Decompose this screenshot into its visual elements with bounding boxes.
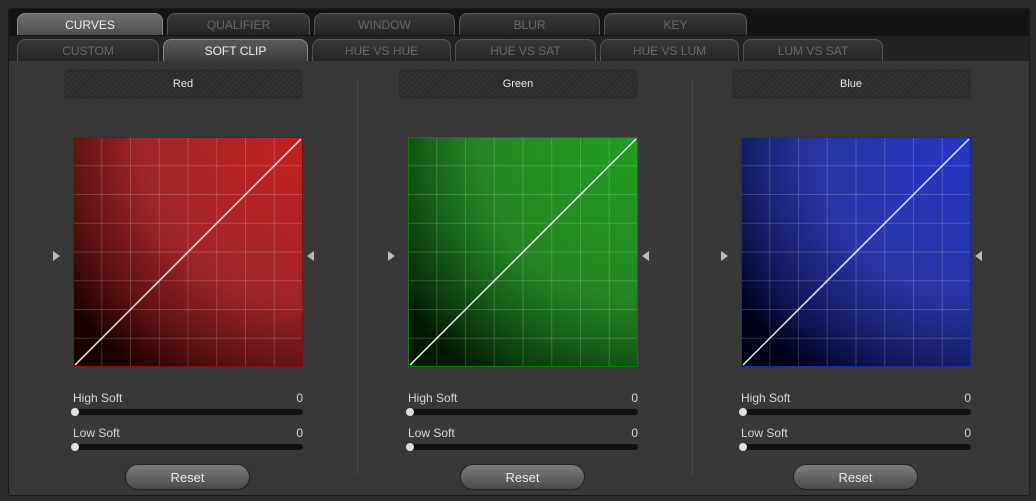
red-right-handle-icon[interactable]: [307, 251, 314, 261]
blue-low-soft-slider[interactable]: [739, 443, 971, 451]
red-low-soft-slider[interactable]: [71, 443, 303, 451]
red-curve-svg[interactable]: [73, 137, 303, 367]
green-high-soft-slider[interactable]: [406, 408, 638, 416]
green-title: Green: [398, 69, 638, 99]
red-high-soft-value: 0: [296, 391, 303, 405]
red-low-soft-value: 0: [296, 426, 303, 440]
red-high-soft-label: High Soft: [73, 391, 123, 405]
green-left-handle-icon[interactable]: [388, 251, 395, 261]
tab-curves[interactable]: CURVES: [17, 13, 163, 35]
tab-lum-vs-sat[interactable]: LUM VS SAT: [743, 39, 883, 61]
tab-blur[interactable]: BLUR: [459, 13, 600, 35]
red-reset-button[interactable]: Reset: [125, 464, 250, 490]
tab-key[interactable]: KEY: [604, 13, 747, 35]
tab-qualifier[interactable]: QUALIFIER: [167, 13, 310, 35]
red-high-soft-slider[interactable]: [71, 408, 303, 416]
red-header: Red: [9, 69, 363, 99]
blue-curve-graph[interactable]: [741, 137, 971, 367]
red-left-handle-icon[interactable]: [53, 251, 60, 261]
blue-high-soft-value: 0: [964, 391, 971, 405]
tab-window[interactable]: WINDOW: [314, 13, 455, 35]
soft-clip-content: Red High Soft 0 Low Soft 0 Reset Green H…: [9, 61, 1029, 495]
red-channel-panel: Red High Soft 0 Low Soft 0 Reset: [53, 61, 373, 495]
red-low-soft-label: Low Soft: [73, 426, 120, 440]
blue-reset-button[interactable]: Reset: [793, 464, 918, 490]
blue-low-soft-knob[interactable]: [739, 443, 747, 451]
red-curve-graph[interactable]: [73, 137, 303, 367]
blue-low-soft-value: 0: [964, 426, 971, 440]
tab-soft-clip[interactable]: SOFT CLIP: [163, 39, 308, 61]
blue-high-soft-knob[interactable]: [739, 408, 747, 416]
blue-title: Blue: [731, 69, 971, 99]
blue-header: Blue: [671, 69, 1029, 99]
tab-custom[interactable]: CUSTOM: [17, 39, 159, 61]
blue-right-handle-icon[interactable]: [975, 251, 982, 261]
blue-high-soft-slider[interactable]: [739, 408, 971, 416]
green-low-soft-slider[interactable]: [406, 443, 638, 451]
red-low-soft-knob[interactable]: [71, 443, 79, 451]
green-curve-graph[interactable]: [408, 137, 638, 367]
green-curve-svg[interactable]: [408, 137, 638, 367]
tab-hue-vs-lum[interactable]: HUE VS LUM: [600, 39, 739, 61]
green-low-soft-value: 0: [631, 426, 638, 440]
green-header: Green: [338, 69, 698, 99]
soft-clip-window: CURVES QUALIFIER WINDOW BLUR KEY CUSTOM …: [8, 8, 1030, 496]
blue-left-handle-icon[interactable]: [721, 251, 728, 261]
tab-hue-vs-sat[interactable]: HUE VS SAT: [455, 39, 596, 61]
blue-low-soft-label: Low Soft: [741, 426, 788, 440]
secondary-tab-bar: CUSTOM SOFT CLIP HUE VS HUE HUE VS SAT H…: [9, 36, 1029, 61]
blue-channel-panel: Blue High Soft 0 Low Soft 0 Reset: [721, 61, 1029, 495]
green-high-soft-label: High Soft: [408, 391, 458, 405]
primary-tab-bar: CURVES QUALIFIER WINDOW BLUR KEY: [9, 9, 1029, 36]
green-high-soft-knob[interactable]: [406, 408, 414, 416]
green-low-soft-knob[interactable]: [406, 443, 414, 451]
red-title: Red: [63, 69, 303, 99]
blue-high-soft-label: High Soft: [741, 391, 791, 405]
green-right-handle-icon[interactable]: [642, 251, 649, 261]
red-high-soft-knob[interactable]: [71, 408, 79, 416]
tab-hue-vs-hue[interactable]: HUE VS HUE: [312, 39, 451, 61]
green-channel-panel: Green High Soft 0 Low Soft 0 Reset: [388, 61, 708, 495]
green-reset-button[interactable]: Reset: [460, 464, 585, 490]
green-low-soft-label: Low Soft: [408, 426, 455, 440]
green-high-soft-value: 0: [631, 391, 638, 405]
blue-curve-svg[interactable]: [741, 137, 971, 367]
